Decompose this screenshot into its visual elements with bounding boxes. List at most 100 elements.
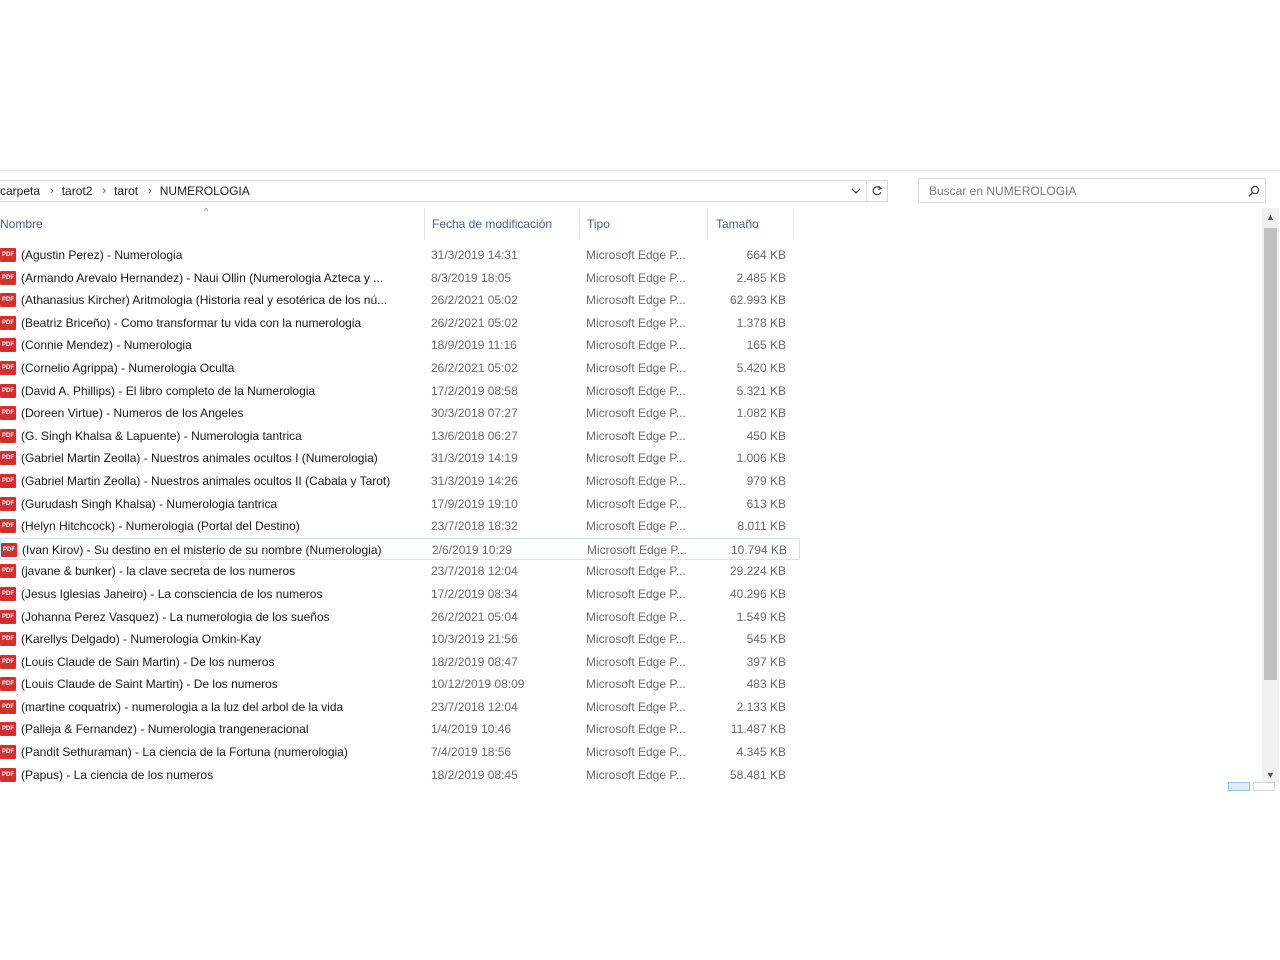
pdf-file-icon: PDF <box>0 745 16 760</box>
column-header-date-label: Fecha de modificación <box>432 217 553 231</box>
breadcrumb-item[interactable]: carpeta <box>0 184 44 198</box>
file-size: 4.345 KB <box>736 745 786 760</box>
file-type: Microsoft Edge P... <box>586 383 686 398</box>
file-date: 17/2/2019 08:58 <box>431 383 518 398</box>
vertical-scrollbar[interactable]: ▲ ▼ <box>1262 208 1279 783</box>
file-type: Microsoft Edge P... <box>586 632 686 647</box>
column-header-name-label: Nombre <box>0 217 43 231</box>
file-type: Microsoft Edge P... <box>586 677 686 692</box>
column-header-size[interactable]: Tamaño <box>707 208 794 240</box>
pdf-file-icon: PDF <box>0 315 16 330</box>
refresh-icon[interactable] <box>866 181 887 201</box>
file-size: 40.296 KB <box>729 586 786 601</box>
file-row[interactable]: PDF (martine coquatrix) - numerologia a l… <box>0 696 800 719</box>
pdf-file-icon: PDF <box>0 564 16 579</box>
file-type: Microsoft Edge P... <box>586 745 686 760</box>
file-type: Microsoft Edge P... <box>586 564 686 579</box>
file-name: (Louis Claude de Saint Martin) - De los … <box>21 677 278 692</box>
file-type: Microsoft Edge P... <box>586 496 686 511</box>
file-row[interactable]: PDF (Papus) - La ciencia de los numeros 18… <box>0 764 800 787</box>
file-name-cell: PDF (Gurudash Singh Khalsa) - Numerologia… <box>0 493 418 515</box>
file-row[interactable]: PDF (Doreen Virtue) - Numeros de los Ange… <box>0 402 800 425</box>
breadcrumb-chevron-icon[interactable]: › <box>142 185 160 197</box>
file-name: (G. Singh Khalsa & Lapuente) - Numerolog… <box>21 428 302 443</box>
file-size: 62.993 KB <box>729 293 786 308</box>
file-row[interactable]: PDF (Helyn Hitchcock) - Numerologia (Port… <box>0 515 800 538</box>
file-size: 2.485 KB <box>736 270 786 285</box>
file-row[interactable]: PDF (Louis Claude de Saint Martin) - De l… <box>0 673 800 696</box>
file-name: (Cornelio Agrippa) - Numerologia Oculta <box>21 360 235 375</box>
file-row[interactable]: PDF (Gurudash Singh Khalsa) - Numerologia… <box>0 493 800 516</box>
breadcrumb-item[interactable]: tarot <box>114 184 142 198</box>
file-row[interactable]: PDF (Cornelio Agrippa) - Numerologia Ocul… <box>0 357 800 380</box>
file-row[interactable]: PDF (Connie Mendez) - Numerologia 18/9/201… <box>0 334 800 357</box>
details-view-button[interactable] <box>1228 782 1250 791</box>
file-name-cell: PDF (Louis Claude de Sain Martin) - De lo… <box>0 651 418 673</box>
scroll-up-icon[interactable]: ▲ <box>1262 208 1279 225</box>
column-header-type[interactable]: Tipo <box>579 208 707 240</box>
file-row[interactable]: PDF (Louis Claude de Sain Martin) - De lo… <box>0 651 800 674</box>
file-date: 26/2/2021 05:04 <box>431 609 518 624</box>
file-row[interactable]: PDF (Gabriel Martin Zeolla) - Nuestros an… <box>0 447 800 470</box>
pdf-file-icon: PDF <box>0 248 16 262</box>
file-row[interactable]: PDF (G. Singh Khalsa & Lapuente) - Numero… <box>0 425 800 448</box>
file-type: Microsoft Edge P... <box>586 586 686 601</box>
file-row[interactable]: PDF (Armando Arevalo Hernandez) - Naui Ol… <box>0 267 800 290</box>
file-list: PDF (Agustin Perez) - Numerologia 31/3/201… <box>0 244 800 786</box>
file-row[interactable]: PDF (Jesus Iglesias Janeiro) - La conscie… <box>0 583 800 606</box>
column-header-date[interactable]: Fecha de modificación <box>424 208 579 240</box>
column-header-name[interactable]: ^ Nombre <box>0 206 423 240</box>
chevron-down-icon[interactable] <box>846 181 866 201</box>
file-row[interactable]: PDF (Johanna Perez Vasquez) - La numerolo… <box>0 606 800 629</box>
file-row[interactable]: PDF (Karellys Delgado) - Numerologia Omki… <box>0 628 800 651</box>
file-row[interactable]: PDF (Beatriz Briceño) - Como transformar … <box>0 312 800 335</box>
file-row[interactable]: PDF (Gabriel Martin Zeolla) - Nuestros an… <box>0 470 800 493</box>
file-size: 10.794 KB <box>730 542 787 557</box>
file-type: Microsoft Edge P... <box>586 270 686 285</box>
file-row[interactable]: PDF (Agustin Perez) - Numerologia 31/3/201… <box>0 244 800 267</box>
pdf-file-icon: PDF <box>0 383 16 398</box>
file-name: (Athanasius Kircher) Aritmologia (Histor… <box>21 293 388 308</box>
file-name-cell: PDF (Helyn Hitchcock) - Numerologia (Port… <box>0 515 418 537</box>
file-date: 13/6/2018 06:27 <box>431 428 518 443</box>
scrollbar-thumb[interactable] <box>1264 228 1277 680</box>
search-input[interactable] <box>919 182 1243 199</box>
file-date: 31/3/2019 14:26 <box>431 473 518 488</box>
breadcrumb-chevron-icon[interactable]: › <box>44 185 62 197</box>
file-type: Microsoft Edge P... <box>586 360 686 375</box>
file-type: Microsoft Edge P... <box>586 609 686 624</box>
pdf-file-icon: PDF <box>0 586 16 601</box>
file-size: 29.224 KB <box>729 564 786 579</box>
file-date: 26/2/2021 05:02 <box>431 293 518 308</box>
file-date: 23/7/2018 18:32 <box>431 519 518 534</box>
file-row[interactable]: PDF (Pandit Sethuraman) - La ciencia de l… <box>0 741 800 764</box>
file-size: 545 KB <box>746 632 786 647</box>
pdf-file-icon: PDF <box>0 767 16 782</box>
file-name-cell: PDF (Jesus Iglesias Janeiro) - La conscie… <box>0 583 418 605</box>
file-name-cell: PDF (Armando Arevalo Hernandez) - Naui Ol… <box>0 267 418 289</box>
file-name-cell: PDF (Gabriel Martin Zeolla) - Nuestros an… <box>0 447 418 469</box>
file-row[interactable]: PDF (David A. Phillips) - El libro comple… <box>0 380 800 403</box>
pdf-file-icon: PDF <box>0 428 16 443</box>
pdf-file-icon: PDF <box>0 338 16 353</box>
file-row[interactable]: PDF (Ivan Kirov) - Su destino en el miste… <box>0 537 800 561</box>
file-row[interactable]: PDF (Athanasius Kircher) Aritmologia (His… <box>0 289 800 312</box>
file-date: 26/2/2021 05:02 <box>431 315 518 330</box>
pdf-file-icon: PDF <box>0 699 16 714</box>
file-type: Microsoft Edge P... <box>586 248 686 262</box>
breadcrumb-item[interactable]: NUMEROLOGIA <box>160 184 254 198</box>
file-row[interactable]: PDF (Palleja & Fernandez) - Numerologia t… <box>0 718 800 741</box>
breadcrumb-chevron-icon[interactable]: › <box>96 185 114 197</box>
file-name: (Karellys Delgado) - Numerologia Omkin-K… <box>21 632 262 647</box>
breadcrumb-item[interactable]: tarot2 <box>62 184 97 198</box>
file-name: (Gurudash Singh Khalsa) - Numerologia ta… <box>21 496 278 511</box>
file-date: 1/4/2019 10:46 <box>431 722 512 737</box>
address-bar[interactable]: carpeta › tarot2 › tarot › NUMEROLOGIA <box>0 180 888 202</box>
search-icon[interactable] <box>1243 185 1265 197</box>
file-size: 58.481 KB <box>729 767 786 782</box>
search-box[interactable] <box>918 178 1266 203</box>
file-row[interactable]: PDF (javane & bunker) - la clave secreta … <box>0 560 800 583</box>
file-name-cell: PDF (G. Singh Khalsa & Lapuente) - Numero… <box>0 425 418 447</box>
scroll-down-icon[interactable]: ▼ <box>1262 766 1279 783</box>
large-icons-view-button[interactable] <box>1253 782 1275 791</box>
